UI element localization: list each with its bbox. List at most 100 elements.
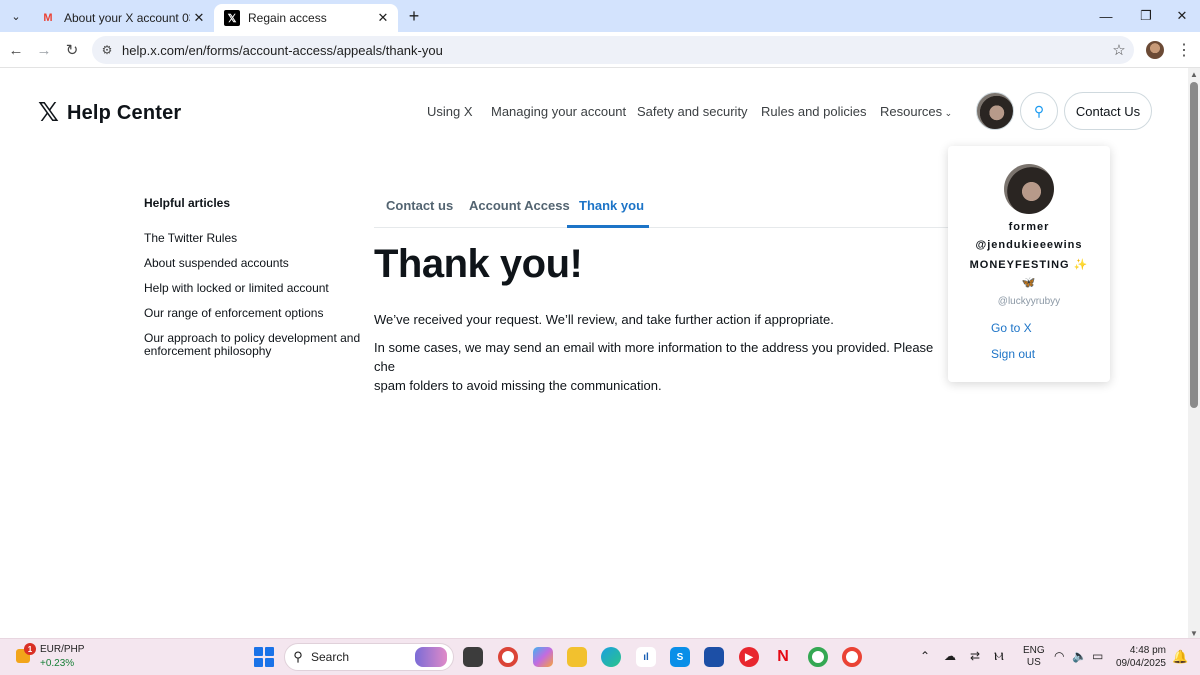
tab-regain-access[interactable]: 𝕏 Regain access ✕ xyxy=(214,4,398,32)
close-tab-icon[interactable]: ✕ xyxy=(190,9,208,27)
brand-name: Help Center xyxy=(66,101,182,124)
chrome-active-icon[interactable] xyxy=(842,647,862,667)
chevron-down-icon: ⌄ xyxy=(942,108,953,118)
forward-arrow-icon[interactable]: → xyxy=(32,38,56,62)
address-bar[interactable]: ⚙ help.x.com/en/forms/account-access/app… xyxy=(92,36,1134,64)
search-icon[interactable]: ⚲ xyxy=(1020,92,1058,130)
sign-out-link[interactable]: Sign out xyxy=(991,347,1035,361)
clock-time: 4:48 pm xyxy=(1129,645,1166,656)
sidebar-link[interactable]: The Twitter Rules xyxy=(144,232,364,245)
window-close-icon[interactable]: ✕ xyxy=(1162,0,1200,32)
windows-taskbar: 1 EUR/PHP +0.23% ⚲ Search ıl S ▶ N ⌃ ☁ ⇄… xyxy=(0,638,1200,675)
scroll-down-icon[interactable]: ▼ xyxy=(1190,629,1198,638)
helpful-articles-sidebar: Helpful articles The Twitter Rules About… xyxy=(144,196,364,370)
display-name-line2: @jendukieeewins xyxy=(975,239,1083,251)
battery-icon[interactable]: ▭ xyxy=(1092,649,1103,663)
help-center-page: 𝕏 Help Center Using X Managing your acco… xyxy=(0,68,1188,638)
sidebar-link[interactable]: Help with locked or limited account xyxy=(144,282,364,295)
reload-icon[interactable]: ↻ xyxy=(60,38,84,62)
chrome-profile-icon[interactable] xyxy=(808,647,828,667)
tab-account-access[interactable]: Account Access xyxy=(469,198,570,213)
netflix-icon[interactable]: N xyxy=(773,647,793,667)
tab-gmail[interactable]: M About your X account 0388486 ✕ xyxy=(30,4,214,32)
show-hidden-icons-chevron-icon[interactable]: ⌃ xyxy=(920,649,930,663)
gmail-icon: M xyxy=(43,12,53,24)
form-step-tabs: Contact us Account Access Thank you xyxy=(374,194,954,228)
help-center-brand[interactable]: 𝕏 Help Center xyxy=(38,98,181,128)
sidebar-heading: Helpful articles xyxy=(144,196,231,210)
nav-managing-account[interactable]: Managing your account xyxy=(491,104,626,119)
windows-start-icon[interactable] xyxy=(254,647,274,667)
browser-toolbar: ← → ↻ ⚙ help.x.com/en/forms/account-acce… xyxy=(0,32,1200,68)
store-icon[interactable] xyxy=(704,647,724,667)
file-explorer-icon[interactable] xyxy=(567,647,587,667)
email-notice-line1: In some cases, we may send an email with… xyxy=(374,340,934,374)
account-avatar xyxy=(1004,164,1054,214)
input-language[interactable]: ENG US xyxy=(1023,645,1045,669)
account-menu-dropdown: former @jendukieeewins MONEYFESTING ✨ 🦋 … xyxy=(948,146,1110,382)
search-highlight-image xyxy=(415,647,447,667)
volume-icon[interactable]: 🔈 xyxy=(1072,649,1087,663)
lang-code: ENG xyxy=(1023,645,1045,656)
switch-icon[interactable]: ⇄ xyxy=(970,649,980,663)
ticker-name: EUR/PHP xyxy=(40,644,85,655)
browser-tab-strip: ⌄ M About your X account 0388486 ✕ 𝕏 Reg… xyxy=(0,0,1200,32)
active-tab-indicator xyxy=(567,225,649,228)
close-tab-icon[interactable]: ✕ xyxy=(374,9,392,27)
account-avatar-button[interactable] xyxy=(976,92,1014,130)
x-icon: 𝕏 xyxy=(224,10,240,26)
sidebar-link[interactable]: About suspended accounts xyxy=(144,257,364,270)
page-scrollbar[interactable]: ▲ ▼ xyxy=(1188,68,1200,638)
url-text[interactable]: help.x.com/en/forms/account-access/appea… xyxy=(122,43,1104,58)
sidebar-link[interactable]: Our approach to policy development and e… xyxy=(144,332,364,358)
browser-profile-avatar[interactable] xyxy=(1146,41,1164,59)
nav-resources-label: Resources xyxy=(880,104,943,119)
restore-icon[interactable]: ❐ xyxy=(1126,0,1166,32)
bookmark-star-icon[interactable]: ☆ xyxy=(1104,41,1134,59)
notification-bell-icon[interactable]: 🔔 xyxy=(1172,649,1188,665)
x-logo-icon: 𝕏 xyxy=(38,98,59,128)
minimize-icon[interactable]: — xyxy=(1086,0,1126,32)
copilot-icon[interactable] xyxy=(533,647,553,667)
tab-thank-you[interactable]: Thank you xyxy=(579,198,644,213)
email-notice-line2: spam folders to avoid missing the commun… xyxy=(374,378,662,393)
search-icon: ⚲ xyxy=(293,649,303,664)
nav-safety-security[interactable]: Safety and security xyxy=(637,104,748,119)
lang-region: US xyxy=(1026,657,1041,668)
app-tray-icon[interactable]: Ⲙ xyxy=(994,649,1004,664)
back-arrow-icon[interactable]: ← xyxy=(4,38,28,62)
email-notice: In some cases, we may send an email with… xyxy=(374,338,954,395)
page-title: Thank you! xyxy=(374,242,583,286)
notification-badge: 1 xyxy=(24,643,36,655)
contact-us-button[interactable]: Contact Us xyxy=(1064,92,1152,130)
edge-icon[interactable] xyxy=(601,647,621,667)
site-info-icon[interactable]: ⚙ xyxy=(92,43,122,57)
widgets-button[interactable]: 1 xyxy=(14,643,36,667)
new-tab-plus-icon[interactable]: + xyxy=(404,6,424,26)
tab-search-chevron-icon[interactable]: ⌄ xyxy=(6,6,26,26)
taskbar-search[interactable]: ⚲ Search xyxy=(284,643,454,671)
clock-date: 09/04/2025 xyxy=(1115,658,1166,669)
nav-resources[interactable]: Resources ⌄ xyxy=(880,104,952,119)
sidebar-link[interactable]: Our range of enforcement options xyxy=(144,307,364,320)
chrome-icon[interactable] xyxy=(498,647,518,667)
account-handle: @luckyyrubyy xyxy=(997,296,1061,307)
system-clock[interactable]: 4:48 pm 09/04/2025 xyxy=(1110,644,1166,670)
cloud-sync-icon[interactable]: ☁ xyxy=(944,649,956,663)
youtube-music-icon[interactable]: ▶ xyxy=(739,647,759,667)
wifi-icon[interactable]: ◠ xyxy=(1054,649,1064,663)
display-name-line3: MONEYFESTING ✨ xyxy=(969,259,1089,271)
display-name-line4: 🦋 xyxy=(1021,277,1037,289)
skype-icon[interactable]: S xyxy=(670,647,690,667)
scrollbar-thumb[interactable] xyxy=(1190,82,1198,408)
chart-app-icon[interactable]: ıl xyxy=(636,647,656,667)
confirmation-message: We’ve received your request. We’ll revie… xyxy=(374,312,834,327)
nav-using-x[interactable]: Using X xyxy=(427,104,473,119)
browser-menu-icon[interactable]: ⋮ xyxy=(1174,38,1194,62)
tab-contact-us[interactable]: Contact us xyxy=(386,198,453,213)
nav-rules-policies[interactable]: Rules and policies xyxy=(761,104,867,119)
task-view-icon[interactable] xyxy=(463,647,483,667)
scroll-up-icon[interactable]: ▲ xyxy=(1190,70,1198,79)
go-to-x-link[interactable]: Go to X xyxy=(991,321,1032,335)
search-label: Search xyxy=(311,650,350,664)
